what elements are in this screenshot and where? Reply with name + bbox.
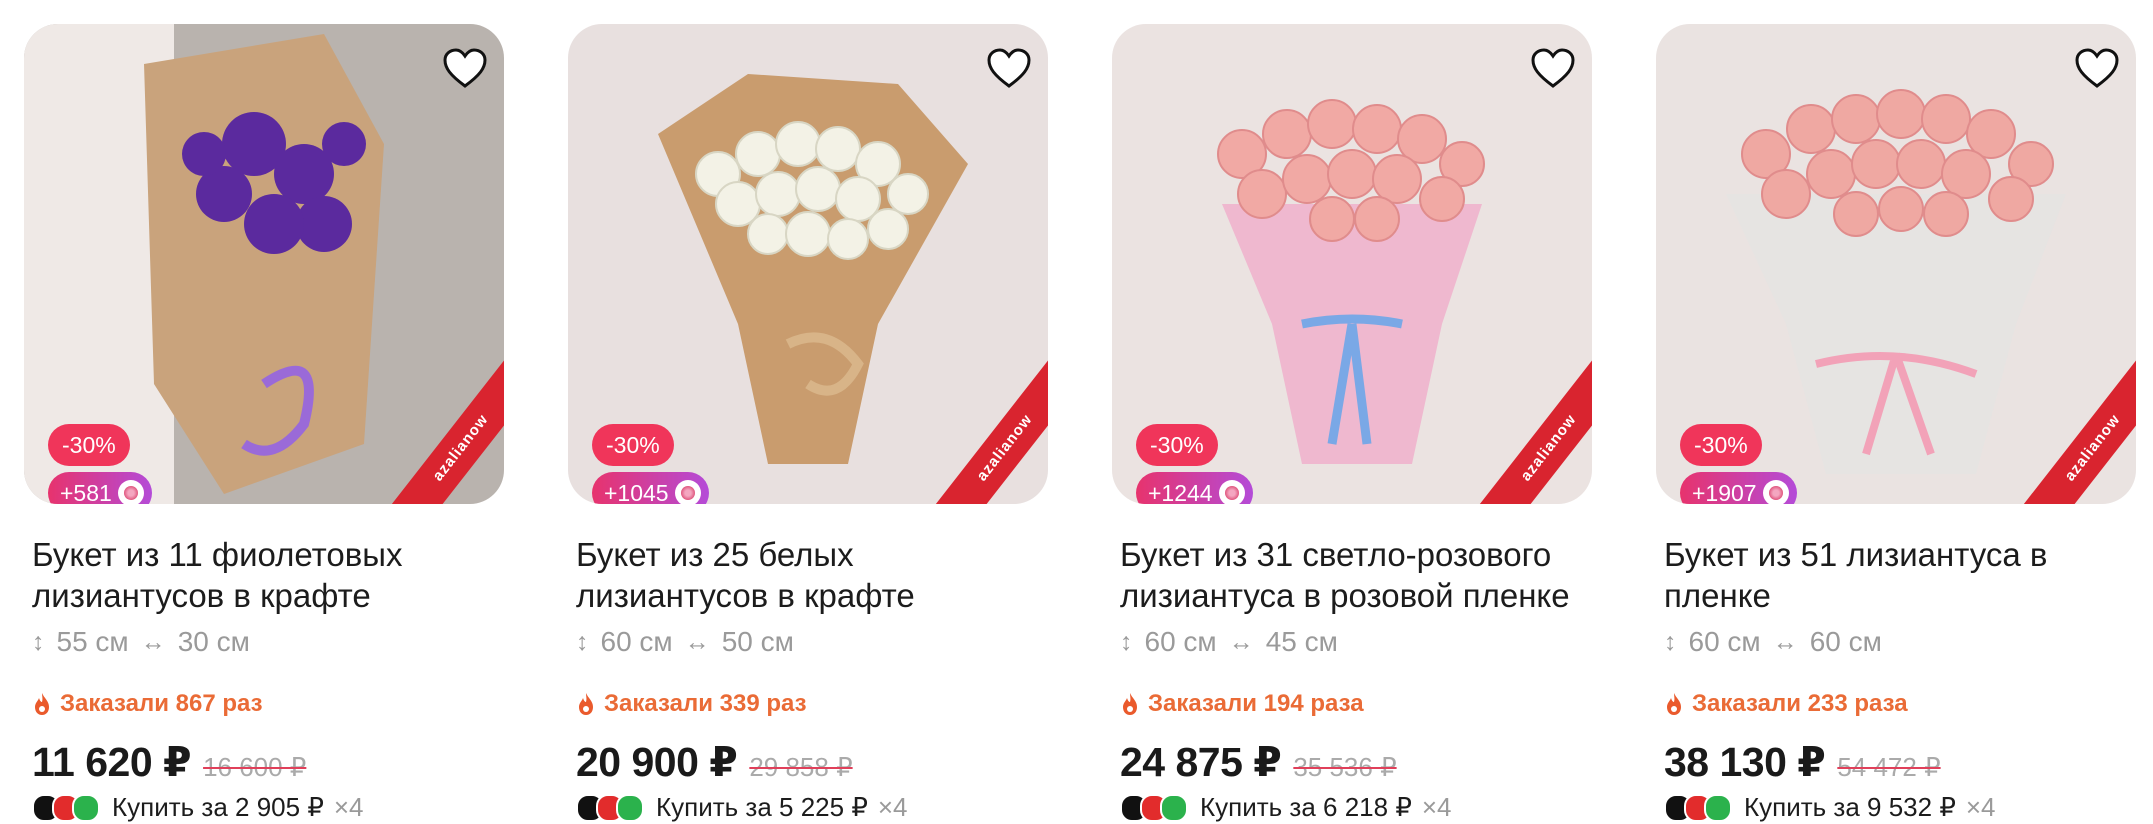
- horizontal-arrows-icon: ↔: [684, 627, 710, 656]
- old-price: 35 536 ₽: [1293, 752, 1397, 782]
- current-price: 38 130 ₽: [1664, 739, 1826, 785]
- current-price: 24 875 ₽: [1120, 739, 1282, 785]
- vertical-arrows-icon: ↕: [576, 627, 589, 656]
- horizontal-arrows-icon: ↔: [140, 627, 166, 656]
- bonus-badge: +1244: [1136, 472, 1253, 504]
- product-height: 60 см: [1688, 626, 1761, 657]
- old-price: 16 600 ₽: [203, 752, 307, 782]
- product-photo[interactable]: azalianow -30% +581: [24, 24, 504, 504]
- product-card[interactable]: azalianow -30% +581 Букет из 11 фиолетов…: [24, 24, 504, 823]
- product-title[interactable]: Букет из 25 белых лизиантусов в крафте: [576, 534, 1046, 616]
- product-photo[interactable]: azalianow -30% +1045: [568, 24, 1048, 504]
- payment-logos-icon: [1120, 793, 1188, 822]
- product-card[interactable]: azalianow -30% +1045 Букет из 25 белых л…: [568, 24, 1048, 823]
- product-dimensions: ↕ 60 см ↔ 50 см: [576, 626, 1048, 658]
- old-price: 54 472 ₽: [1837, 752, 1941, 782]
- product-dimensions: ↕ 55 см ↔ 30 см: [32, 626, 504, 658]
- flame-icon: [1667, 693, 1681, 715]
- product-width: 60 см: [1809, 626, 1882, 657]
- bonus-value: +581: [60, 480, 112, 504]
- split-payment-multiplier: ×4: [1965, 792, 1996, 822]
- product-height: 60 см: [600, 626, 673, 657]
- split-payment[interactable]: Купить за 9 532 ₽ ×4: [1664, 792, 2136, 823]
- price-row: 11 620 ₽ 16 600 ₽: [32, 738, 504, 786]
- payment-logos-icon: [576, 793, 644, 822]
- product-title[interactable]: Букет из 11 фиолетовых лизиантусов в кра…: [32, 534, 502, 616]
- favorite-heart-icon[interactable]: [1528, 44, 1578, 94]
- price-row: 38 130 ₽ 54 472 ₽: [1664, 738, 2136, 786]
- vertical-arrows-icon: ↕: [1120, 627, 1133, 656]
- orders-text: Заказали 339 раз: [604, 690, 807, 717]
- orders-count: Заказали 339 раз: [576, 690, 1048, 718]
- product-width: 45 см: [1265, 626, 1338, 657]
- horizontal-arrows-icon: ↔: [1772, 627, 1798, 656]
- discount-badge: -30%: [1680, 424, 1762, 466]
- horizontal-arrows-icon: ↔: [1228, 627, 1254, 656]
- product-title[interactable]: Букет из 31 светло-розового лизиантуса в…: [1120, 534, 1590, 616]
- bonus-flower-icon: [1218, 480, 1245, 504]
- vertical-arrows-icon: ↕: [1664, 627, 1677, 656]
- price-row: 24 875 ₽ 35 536 ₽: [1120, 738, 1592, 786]
- orders-text: Заказали 867 раз: [60, 690, 263, 717]
- orders-count: Заказали 233 раза: [1664, 690, 2136, 718]
- product-width: 30 см: [177, 626, 250, 657]
- current-price: 11 620 ₽: [32, 739, 192, 785]
- product-width: 50 см: [721, 626, 794, 657]
- split-payment[interactable]: Купить за 5 225 ₽ ×4: [576, 792, 1048, 823]
- price-row: 20 900 ₽ 29 858 ₽: [576, 738, 1048, 786]
- split-payment-multiplier: ×4: [877, 792, 908, 822]
- product-grid: azalianow -30% +581 Букет из 11 фиолетов…: [0, 0, 2153, 824]
- product-height: 60 см: [1144, 626, 1217, 657]
- product-title[interactable]: Букет из 51 лизиантуса в пленке: [1664, 534, 2134, 616]
- split-payment-multiplier: ×4: [333, 792, 364, 822]
- bonus-badge: +581: [48, 472, 152, 504]
- product-dimensions: ↕ 60 см ↔ 60 см: [1664, 626, 2136, 658]
- orders-count: Заказали 867 раз: [32, 690, 504, 718]
- payment-logos-icon: [32, 793, 100, 822]
- bonus-badge: +1907: [1680, 472, 1797, 504]
- discount-badge: -30%: [592, 424, 674, 466]
- payment-logos-icon: [1664, 793, 1732, 822]
- product-photo[interactable]: azalianow -30% +1244: [1112, 24, 1592, 504]
- flame-icon: [579, 693, 593, 715]
- bonus-flower-icon: [117, 480, 144, 504]
- product-dimensions: ↕ 60 см ↔ 45 см: [1120, 626, 1592, 658]
- split-payment-label: Купить за 2 905 ₽: [112, 792, 324, 822]
- favorite-heart-icon[interactable]: [984, 44, 1034, 94]
- favorite-heart-icon[interactable]: [440, 44, 490, 94]
- bonus-flower-icon: [674, 480, 701, 504]
- split-payment[interactable]: Купить за 2 905 ₽ ×4: [32, 792, 504, 823]
- discount-badge: -30%: [1136, 424, 1218, 466]
- split-payment-label: Купить за 6 218 ₽: [1200, 792, 1412, 822]
- bonus-value: +1907: [1692, 480, 1757, 504]
- orders-text: Заказали 233 раза: [1692, 690, 1908, 717]
- product-card[interactable]: azalianow -30% +1907 Букет из 51 лизиант…: [1656, 24, 2136, 823]
- product-photo[interactable]: azalianow -30% +1907: [1656, 24, 2136, 504]
- flame-icon: [35, 693, 49, 715]
- split-payment-label: Купить за 5 225 ₽: [656, 792, 868, 822]
- flame-icon: [1123, 693, 1137, 715]
- bonus-value: +1244: [1148, 480, 1213, 504]
- current-price: 20 900 ₽: [576, 739, 738, 785]
- discount-badge: -30%: [48, 424, 130, 466]
- split-payment[interactable]: Купить за 6 218 ₽ ×4: [1120, 792, 1592, 823]
- bonus-value: +1045: [604, 480, 669, 504]
- favorite-heart-icon[interactable]: [2072, 44, 2122, 94]
- orders-text: Заказали 194 раза: [1148, 690, 1364, 717]
- product-card[interactable]: azalianow -30% +1244 Букет из 31 светло-…: [1112, 24, 1592, 823]
- product-height: 55 см: [56, 626, 129, 657]
- split-payment-label: Купить за 9 532 ₽: [1744, 792, 1956, 822]
- old-price: 29 858 ₽: [749, 752, 853, 782]
- vertical-arrows-icon: ↕: [32, 627, 45, 656]
- orders-count: Заказали 194 раза: [1120, 690, 1592, 718]
- split-payment-multiplier: ×4: [1421, 792, 1452, 822]
- bonus-badge: +1045: [592, 472, 709, 504]
- bonus-flower-icon: [1762, 480, 1789, 504]
